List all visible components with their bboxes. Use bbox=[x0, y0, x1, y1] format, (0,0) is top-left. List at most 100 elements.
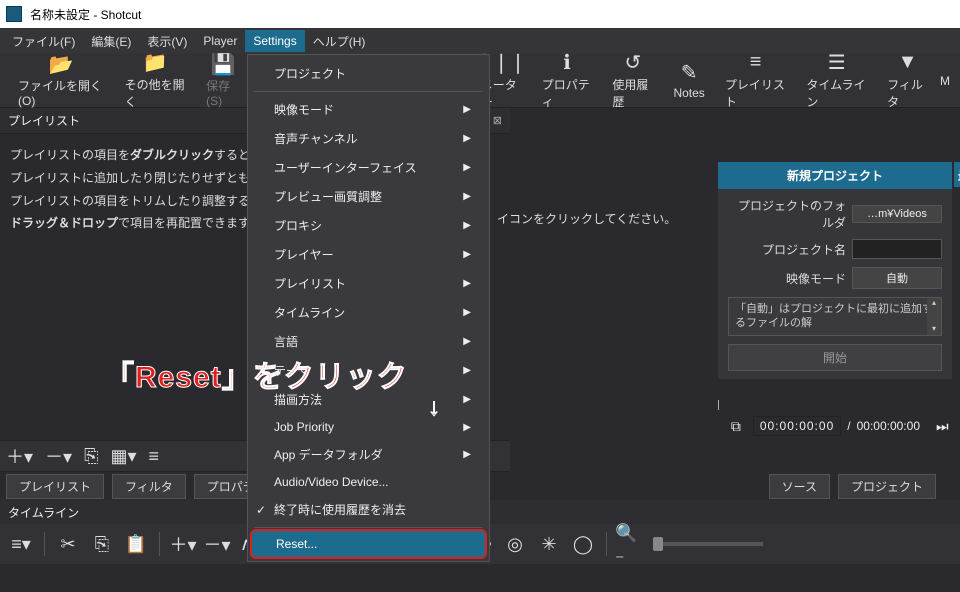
submenu-arrow-icon: ▶ bbox=[463, 162, 471, 173]
add-icon[interactable]: ＋▾ bbox=[6, 443, 33, 469]
menu-item-app-data[interactable]: App データフォルダ▶ bbox=[248, 440, 489, 469]
paste-icon[interactable]: 📋 bbox=[121, 529, 151, 559]
menu-item-proxy[interactable]: プロキシ▶ bbox=[248, 211, 489, 240]
right-tabs: ソース プロジェクト bbox=[769, 474, 936, 499]
project-name-input[interactable] bbox=[852, 239, 942, 259]
note-scrollbar[interactable]: ▴▾ bbox=[927, 298, 941, 335]
tool-history-label: 使用履歴 bbox=[612, 76, 653, 110]
remove-icon[interactable]: －▾ bbox=[202, 529, 232, 559]
tool-open-file[interactable]: 📂 ファイルを開く(O) bbox=[8, 51, 115, 110]
tool-open-other-label: その他を開く bbox=[125, 76, 187, 110]
menu-item-player[interactable]: プレイヤー▶ bbox=[248, 240, 489, 269]
submenu-arrow-icon: ▶ bbox=[463, 133, 471, 144]
menu-help[interactable]: ヘルプ(H) bbox=[305, 29, 374, 54]
remove-icon[interactable]: －▾ bbox=[45, 443, 72, 469]
export-icon[interactable]: ⎘ bbox=[84, 446, 98, 467]
tool-open-other[interactable]: 📁 その他を開く bbox=[115, 50, 197, 112]
menu-item-clear-on-exit[interactable]: 終了時に使用履歴を消去 bbox=[248, 495, 489, 524]
tool-history[interactable]: ↺ 使用履歴 bbox=[602, 50, 663, 112]
zoom-slider[interactable] bbox=[653, 542, 763, 546]
current-timecode[interactable]: 00:00:00:00 bbox=[753, 416, 841, 436]
list-icon: ≡ bbox=[745, 52, 767, 74]
view-mode-icon[interactable]: ▦▾ bbox=[111, 446, 137, 467]
submenu-arrow-icon: ▶ bbox=[463, 365, 471, 376]
pl-line1a: プレイリストの項目を bbox=[10, 148, 130, 162]
app-icon bbox=[6, 6, 22, 22]
meter-icon: ❘❘❘ bbox=[490, 52, 512, 74]
pl-line1b: ダブルクリック bbox=[130, 148, 214, 162]
tab-project[interactable]: プロジェクト bbox=[838, 474, 936, 499]
tool-more-label: M bbox=[940, 74, 950, 88]
tab-filter[interactable]: フィルタ bbox=[112, 474, 186, 499]
skip-prev-icon[interactable]: ⧉ bbox=[731, 418, 747, 434]
pl-line4b: で項目を再配置できます。 bbox=[118, 216, 261, 230]
tool-timeline-label: タイムライン bbox=[806, 76, 867, 110]
annotation-text: 「Reset」をクリック bbox=[104, 352, 408, 396]
tool-save[interactable]: 💾 保存(S) bbox=[196, 51, 250, 110]
menu-item-video-mode[interactable]: 映像モード▶ bbox=[248, 95, 489, 124]
menu-item-timeline[interactable]: タイムライン▶ bbox=[248, 298, 489, 327]
playlist-title-text: プレイリスト bbox=[8, 112, 80, 129]
menu-item-playlist[interactable]: プレイリスト▶ bbox=[248, 269, 489, 298]
folder-open-icon: 📂 bbox=[50, 53, 72, 75]
history-icon: ↺ bbox=[622, 52, 644, 74]
submenu-arrow-icon: ▶ bbox=[463, 278, 471, 289]
tool-property[interactable]: ℹ プロパティ bbox=[532, 50, 603, 112]
submenu-arrow-icon: ▶ bbox=[463, 449, 471, 460]
info-icon: ℹ bbox=[556, 52, 578, 74]
tab-source[interactable]: ソース bbox=[769, 474, 830, 499]
folder-label: プロジェクトのフォルダ bbox=[728, 197, 846, 231]
tool-playlist[interactable]: ≡ プレイリスト bbox=[715, 50, 797, 112]
start-button[interactable]: 開始 bbox=[728, 344, 942, 371]
append-icon[interactable]: ＋▾ bbox=[168, 529, 198, 559]
new-project-panel: 新規プロジェクト プロジェクトのフォルダ …m¥Videos プロジェクト名 映… bbox=[718, 162, 952, 379]
cut-icon[interactable]: ✂ bbox=[53, 529, 83, 559]
submenu-arrow-icon: ▶ bbox=[463, 249, 471, 260]
tab-playlist[interactable]: プレイリスト bbox=[6, 474, 104, 499]
annotation-arrow-icon: ↓ bbox=[428, 394, 440, 422]
window-title: 名称未設定 - Shotcut bbox=[30, 6, 141, 23]
funnel-icon: ▼ bbox=[897, 52, 919, 74]
tool-more[interactable]: M bbox=[938, 72, 952, 90]
ripple-icon[interactable]: ◎ bbox=[500, 529, 530, 559]
menu-item-project[interactable]: プロジェクト bbox=[248, 59, 489, 88]
submenu-arrow-icon: ▶ bbox=[463, 191, 471, 202]
menu-item-ui[interactable]: ユーザーインターフェイス▶ bbox=[248, 153, 489, 182]
menu-item-audio-channel[interactable]: 音声チャンネル▶ bbox=[248, 124, 489, 153]
menu-settings[interactable]: Settings bbox=[245, 30, 304, 52]
submenu-arrow-icon: ▶ bbox=[463, 220, 471, 231]
menu-file[interactable]: ファイル(F) bbox=[4, 29, 83, 54]
recent-panel-title: 最 bbox=[954, 162, 960, 187]
tool-open-label: ファイルを開く(O) bbox=[18, 77, 105, 108]
tool-notes-label: Notes bbox=[673, 86, 704, 100]
tool-property-label: プロパティ bbox=[542, 76, 593, 110]
more-icon[interactable]: ≡ bbox=[149, 446, 160, 467]
zoom-out-icon[interactable]: 🔍₋ bbox=[615, 529, 645, 559]
dock-close-icon[interactable]: ⊠ bbox=[493, 114, 502, 127]
menu-item-av-device[interactable]: Audio/Video Device... bbox=[248, 469, 489, 495]
menu-item-job-priority[interactable]: Job Priority▶ bbox=[248, 414, 489, 440]
video-mode-select[interactable]: 自動 bbox=[852, 267, 942, 289]
ripple-all-icon[interactable]: ✳ bbox=[534, 529, 564, 559]
tool-playlist-label: プレイリスト bbox=[725, 76, 787, 110]
tool-notes[interactable]: ✎ Notes bbox=[663, 60, 714, 102]
submenu-arrow-icon: ▶ bbox=[463, 336, 471, 347]
settings-dropdown: プロジェクト 映像モード▶ 音声チャンネル▶ ユーザーインターフェイス▶ プレビ… bbox=[247, 54, 490, 562]
video-mode-label: 映像モード bbox=[728, 270, 846, 287]
tool-save-label: 保存(S) bbox=[206, 77, 240, 108]
ripple-markers-icon[interactable]: ◯ bbox=[568, 529, 598, 559]
skip-next-icon[interactable]: ⏭ bbox=[936, 418, 952, 434]
menu-player[interactable]: Player bbox=[195, 30, 245, 52]
hint-tail: イコンをクリックしてください。 bbox=[497, 210, 676, 227]
copy-icon[interactable]: ⎘ bbox=[87, 529, 117, 559]
timeline-menu-icon[interactable]: ≡▾ bbox=[6, 529, 36, 559]
folder-value[interactable]: …m¥Videos bbox=[852, 205, 942, 223]
tool-filter[interactable]: ▼ フィルタ bbox=[877, 50, 938, 112]
menu-item-reset[interactable]: Reset... bbox=[250, 529, 487, 559]
notes-icon: ✎ bbox=[678, 62, 700, 84]
menu-item-preview-quality[interactable]: プレビュー画質調整▶ bbox=[248, 182, 489, 211]
submenu-arrow-icon: ▶ bbox=[463, 307, 471, 318]
time-separator: / bbox=[847, 419, 850, 433]
player-ruler[interactable] bbox=[718, 400, 952, 410]
tool-timeline[interactable]: ☰ タイムライン bbox=[796, 50, 877, 112]
